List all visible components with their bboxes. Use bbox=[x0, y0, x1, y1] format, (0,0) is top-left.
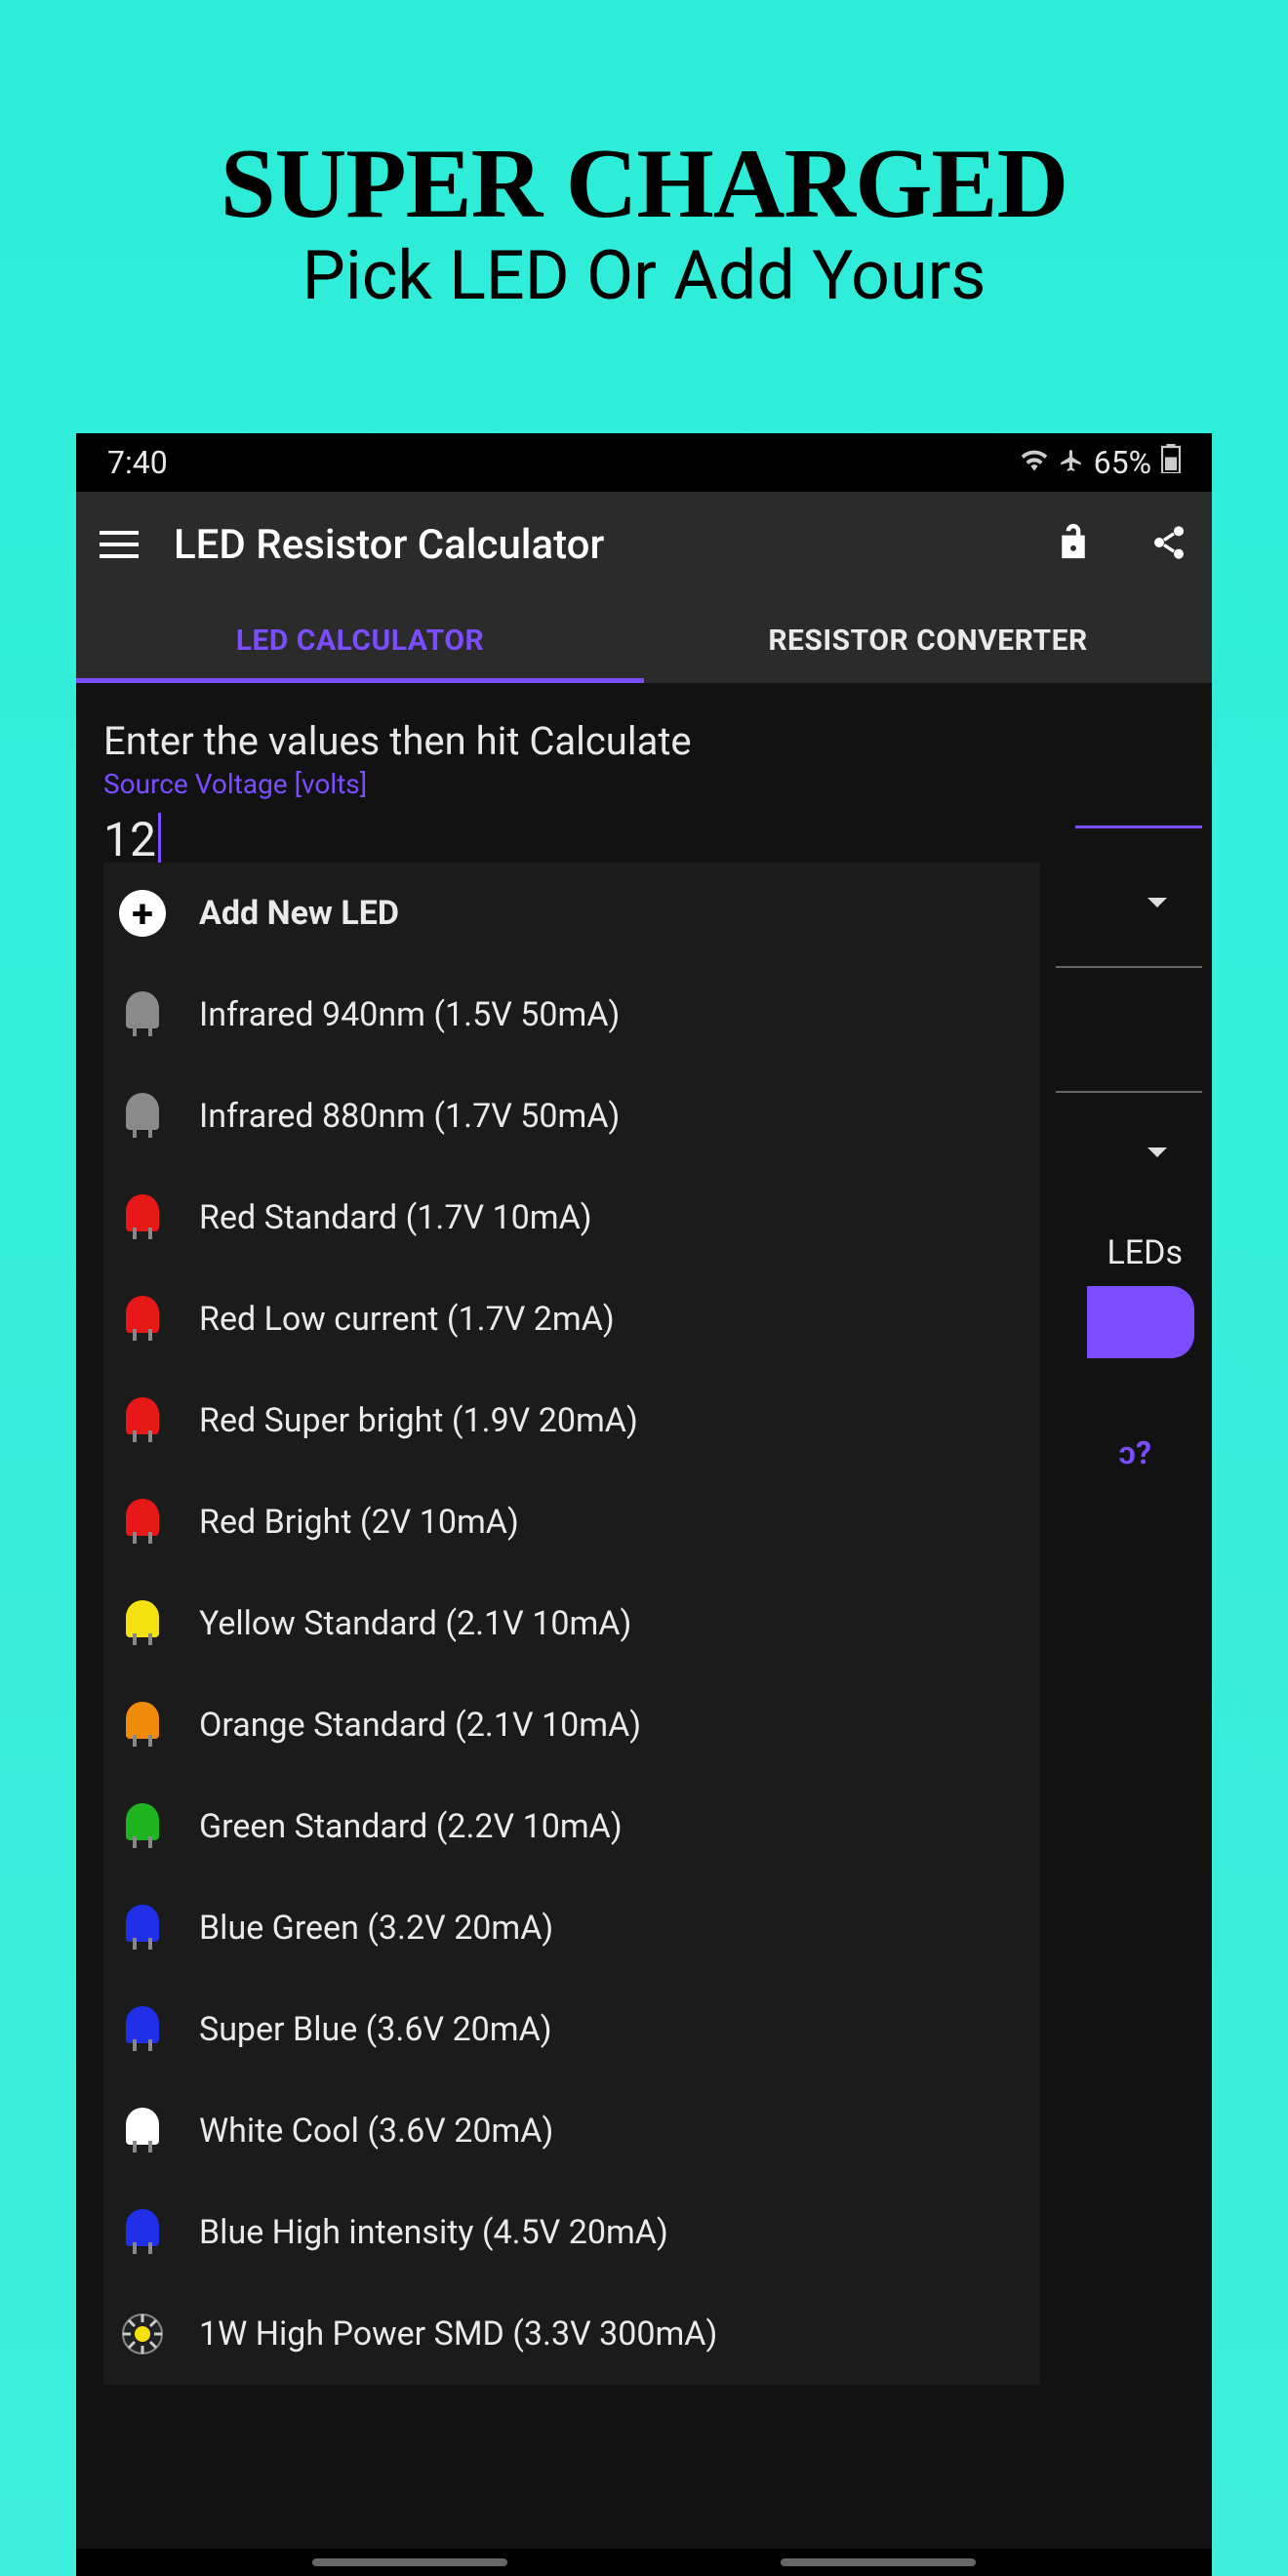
content-area: Enter the values then hit Calculate Sour… bbox=[76, 683, 1212, 2576]
led-option[interactable]: Red Bright (2V 10mA) bbox=[103, 1471, 1040, 1573]
promo-subtitle: Pick LED Or Add Yours bbox=[302, 236, 986, 316]
led-option[interactable]: Yellow Standard (2.1V 10mA) bbox=[103, 1573, 1040, 1674]
led-option[interactable]: White Cool (3.6V 20mA) bbox=[103, 2080, 1040, 2182]
chevron-down-icon[interactable] bbox=[1147, 898, 1167, 907]
led-option-label: Green Standard (2.2V 10mA) bbox=[199, 1807, 623, 1846]
nav-pill[interactable] bbox=[312, 2558, 507, 2566]
led-option[interactable]: Red Standard (1.7V 10mA) bbox=[103, 1167, 1040, 1268]
promo-title: SUPER CHARGED bbox=[221, 127, 1067, 241]
status-time: 7:40 bbox=[107, 444, 168, 481]
help-link-fragment[interactable]: ɔ? bbox=[1118, 1434, 1151, 1471]
led-option-label: Red Standard (1.7V 10mA) bbox=[199, 1198, 592, 1237]
voltage-label: Source Voltage [volts] bbox=[103, 768, 1185, 800]
app-bar: LED Resistor Calculator bbox=[76, 492, 1212, 597]
smd-led-icon bbox=[119, 2311, 166, 2357]
led-bulb-icon bbox=[119, 1194, 166, 1241]
led-option-label: Yellow Standard (2.1V 10mA) bbox=[199, 1604, 631, 1643]
nav-pill[interactable] bbox=[781, 2558, 976, 2566]
led-bulb-icon bbox=[119, 1093, 166, 1140]
led-option-label: 1W High Power SMD (3.3V 300mA) bbox=[199, 2314, 717, 2354]
led-bulb-icon bbox=[119, 2209, 166, 2256]
led-bulb-icon bbox=[119, 2108, 166, 2154]
led-option-label: Infrared 940nm (1.5V 50mA) bbox=[199, 995, 620, 1034]
led-option-label: Red Super bright (1.9V 20mA) bbox=[199, 1401, 638, 1440]
phone-frame: 7:40 65% LED Resistor Calculator LED CAL… bbox=[76, 433, 1212, 2576]
airplane-icon bbox=[1059, 444, 1084, 481]
led-option[interactable]: 1W High Power SMD (3.3V 300mA) bbox=[103, 2283, 1040, 2385]
voltage-input[interactable]: 12 bbox=[103, 812, 1185, 867]
tabs: LED CALCULATOR RESISTOR CONVERTER bbox=[76, 597, 1212, 683]
led-option[interactable]: Blue Green (3.2V 20mA) bbox=[103, 1877, 1040, 1979]
menu-icon[interactable] bbox=[100, 531, 139, 558]
calculate-button-fragment[interactable] bbox=[1087, 1286, 1194, 1358]
led-option-label: Red Low current (1.7V 2mA) bbox=[199, 1300, 615, 1339]
chevron-down-icon[interactable] bbox=[1147, 1147, 1167, 1157]
plus-icon: + bbox=[119, 890, 166, 937]
led-option-label: Red Bright (2V 10mA) bbox=[199, 1503, 519, 1542]
lock-icon[interactable] bbox=[1056, 521, 1091, 568]
led-bulb-icon bbox=[119, 1600, 166, 1647]
led-option-label: Blue High intensity (4.5V 20mA) bbox=[199, 2213, 668, 2252]
led-option-label: Infrared 880nm (1.7V 50mA) bbox=[199, 1097, 620, 1136]
battery-text: 65% bbox=[1094, 444, 1151, 481]
led-bulb-icon bbox=[119, 1702, 166, 1749]
tab-resistor-converter[interactable]: RESISTOR CONVERTER bbox=[644, 597, 1212, 683]
led-option[interactable]: Infrared 940nm (1.5V 50mA) bbox=[103, 964, 1040, 1066]
add-new-led-button[interactable]: + Add New LED bbox=[103, 863, 1040, 964]
share-icon[interactable] bbox=[1149, 523, 1188, 566]
instruction-text: Enter the values then hit Calculate bbox=[103, 718, 1185, 764]
led-option[interactable]: Green Standard (2.2V 10mA) bbox=[103, 1776, 1040, 1877]
led-option[interactable]: Super Blue (3.6V 20mA) bbox=[103, 1979, 1040, 2080]
add-new-label: Add New LED bbox=[199, 894, 399, 933]
led-bulb-icon bbox=[119, 1905, 166, 1952]
divider bbox=[1056, 1091, 1202, 1093]
led-bulb-icon bbox=[119, 1397, 166, 1444]
android-nav-bar bbox=[76, 2549, 1212, 2576]
battery-icon bbox=[1161, 444, 1181, 481]
led-bulb-icon bbox=[119, 1296, 166, 1343]
led-bulb-icon bbox=[119, 1803, 166, 1850]
led-option-label: Super Blue (3.6V 20mA) bbox=[199, 2010, 552, 2049]
wifi-icon bbox=[1020, 444, 1049, 481]
led-option-label: Blue Green (3.2V 20mA) bbox=[199, 1909, 553, 1948]
led-option[interactable]: Blue High intensity (4.5V 20mA) bbox=[103, 2182, 1040, 2283]
tab-led-calculator[interactable]: LED CALCULATOR bbox=[76, 597, 644, 683]
led-option[interactable]: Red Low current (1.7V 2mA) bbox=[103, 1268, 1040, 1370]
led-option-label: Orange Standard (2.1V 10mA) bbox=[199, 1706, 641, 1745]
led-bulb-icon bbox=[119, 991, 166, 1038]
divider bbox=[1056, 966, 1202, 968]
leds-label-fragment: LEDs bbox=[1107, 1233, 1184, 1272]
led-bulb-icon bbox=[119, 2006, 166, 2053]
led-option[interactable]: Infrared 880nm (1.7V 50mA) bbox=[103, 1066, 1040, 1167]
app-title: LED Resistor Calculator bbox=[174, 521, 1021, 569]
led-option-label: White Cool (3.6V 20mA) bbox=[199, 2112, 553, 2151]
status-bar: 7:40 65% bbox=[76, 433, 1212, 492]
led-bulb-icon bbox=[119, 1499, 166, 1546]
led-option[interactable]: Red Super bright (1.9V 20mA) bbox=[103, 1370, 1040, 1471]
led-dropdown: + Add New LED Infrared 940nm (1.5V 50mA)… bbox=[103, 863, 1040, 2385]
led-option[interactable]: Orange Standard (2.1V 10mA) bbox=[103, 1674, 1040, 1776]
